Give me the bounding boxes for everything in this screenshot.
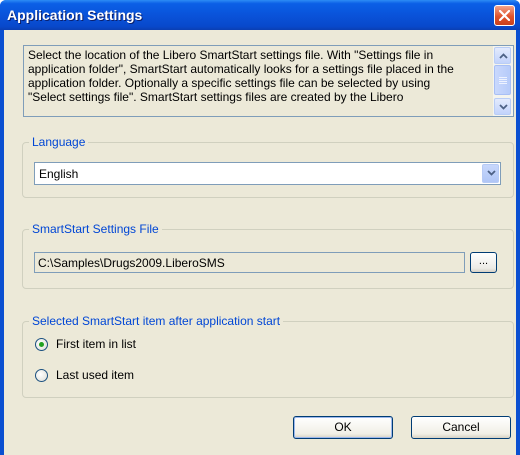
language-dropdown-button[interactable]	[482, 164, 499, 183]
last-used-item-radio[interactable]	[35, 369, 48, 382]
cancel-button[interactable]: Cancel	[411, 416, 511, 439]
language-dropdown[interactable]: English	[34, 162, 501, 185]
settings-file-path: C:\Samples\Drugs2009.LiberoSMS	[38, 256, 225, 270]
window-title: Application Settings	[7, 7, 143, 23]
close-icon	[499, 10, 510, 21]
description-line: Select the location of the Libero SmartS…	[28, 48, 434, 62]
description-line: "Select settings file". SmartStart setti…	[28, 90, 404, 104]
chevron-down-icon	[499, 104, 508, 110]
start-item-group-label: Selected SmartStart item after applicati…	[29, 314, 284, 328]
language-group-label: Language	[29, 135, 89, 149]
scroll-thumb[interactable]	[494, 65, 511, 95]
browse-button[interactable]: ...	[470, 252, 497, 273]
settings-file-path-field[interactable]: C:\Samples\Drugs2009.LiberoSMS	[34, 252, 465, 273]
title-bar[interactable]: Application Settings	[0, 0, 520, 30]
start-item-group: Selected SmartStart item after applicati…	[22, 314, 514, 398]
last-used-item-label[interactable]: Last used item	[56, 368, 134, 382]
chevron-down-icon	[487, 170, 496, 176]
settings-file-group-label: SmartStart Settings File	[29, 222, 162, 236]
language-selected-value: English	[39, 167, 79, 181]
first-item-radio[interactable]	[35, 338, 48, 351]
ok-button[interactable]: OK	[293, 416, 393, 439]
close-button[interactable]	[494, 5, 515, 26]
radio-selected-dot	[39, 342, 44, 347]
description-scrollbar[interactable]	[493, 46, 513, 116]
description-line: application folder", SmartStart automati…	[28, 62, 454, 76]
first-item-label[interactable]: First item in list	[56, 337, 136, 351]
description-line: application folder. Optionally a specifi…	[28, 76, 431, 90]
description-text: Select the location of the Libero SmartS…	[28, 48, 490, 114]
chevron-up-icon	[499, 53, 508, 59]
scroll-down-button[interactable]	[494, 98, 511, 115]
scroll-up-button[interactable]	[494, 47, 511, 64]
description-box: Select the location of the Libero SmartS…	[23, 45, 514, 117]
